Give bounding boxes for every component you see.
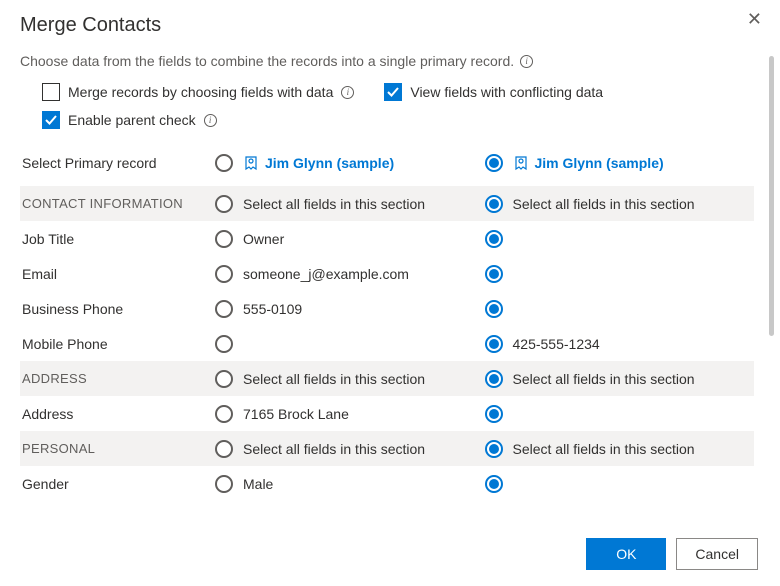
section-title: ADDRESS: [20, 371, 215, 386]
field-label: Job Title: [20, 231, 215, 247]
cancel-button[interactable]: Cancel: [676, 538, 758, 570]
radio-field-b[interactable]: [485, 475, 503, 493]
section-title: CONTACT INFORMATION: [20, 196, 215, 211]
enable-parent-check-label: Enable parent check: [68, 112, 196, 128]
field-value-a: Owner: [243, 231, 284, 247]
info-icon[interactable]: i: [520, 55, 533, 68]
enable-parent-check-option[interactable]: Enable parent check i: [42, 111, 217, 129]
select-all-label: Select all fields in this section: [513, 371, 695, 387]
view-conflicting-option[interactable]: View fields with conflicting data: [384, 83, 603, 101]
checkbox-view-conflicting[interactable]: [384, 83, 402, 101]
options-group: Merge records by choosing fields with da…: [42, 83, 760, 129]
contact-icon: [513, 155, 529, 171]
field-label: Business Phone: [20, 301, 215, 317]
primary-record-label: Select Primary record: [20, 155, 215, 171]
radio-field-a[interactable]: [215, 265, 233, 283]
contact-icon: [243, 155, 259, 171]
field-value-b: 425-555-1234: [513, 336, 600, 352]
section-title: PERSONAL: [20, 441, 215, 456]
table-row: Gender Male: [20, 466, 754, 494]
scrollbar[interactable]: [769, 56, 774, 336]
field-value-a: someone_j@example.com: [243, 266, 409, 282]
checkbox-merge-by-fields[interactable]: [42, 83, 60, 101]
radio-select-all-b[interactable]: [485, 370, 503, 388]
field-value-a: 7165 Brock Lane: [243, 406, 349, 422]
radio-select-all-a[interactable]: [215, 440, 233, 458]
radio-field-b[interactable]: [485, 300, 503, 318]
radio-field-a[interactable]: [215, 405, 233, 423]
radio-field-b[interactable]: [485, 265, 503, 283]
table-row: Business Phone 555-0109: [20, 291, 754, 326]
merge-by-fields-label: Merge records by choosing fields with da…: [68, 84, 333, 100]
radio-select-all-a[interactable]: [215, 195, 233, 213]
dialog-footer: OK Cancel: [586, 538, 758, 570]
radio-field-b[interactable]: [485, 405, 503, 423]
select-all-label: Select all fields in this section: [513, 196, 695, 212]
subtitle-text: Choose data from the fields to combine t…: [20, 53, 514, 69]
select-all-label: Select all fields in this section: [243, 196, 425, 212]
section-header-contact-information: CONTACT INFORMATION Select all fields in…: [20, 186, 754, 221]
section-header-address: ADDRESS Select all fields in this sectio…: [20, 361, 754, 396]
table-row: Email someone_j@example.com: [20, 256, 754, 291]
select-all-label: Select all fields in this section: [243, 371, 425, 387]
select-all-label: Select all fields in this section: [513, 441, 695, 457]
field-value-a: Male: [243, 476, 273, 492]
table-row: Address 7165 Brock Lane: [20, 396, 754, 431]
field-label: Email: [20, 266, 215, 282]
radio-select-all-b[interactable]: [485, 195, 503, 213]
view-conflicting-label: View fields with conflicting data: [410, 84, 603, 100]
table-row: Mobile Phone 425-555-1234: [20, 326, 754, 361]
primary-record-row: Select Primary record Jim Glynn (sample)…: [20, 139, 754, 186]
radio-field-a[interactable]: [215, 230, 233, 248]
info-icon[interactable]: i: [204, 114, 217, 127]
close-icon[interactable]: ✕: [747, 10, 762, 28]
dialog-subtitle: Choose data from the fields to combine t…: [20, 53, 760, 69]
ok-button[interactable]: OK: [586, 538, 666, 570]
select-all-label: Select all fields in this section: [243, 441, 425, 457]
field-label: Mobile Phone: [20, 336, 215, 352]
radio-field-a[interactable]: [215, 300, 233, 318]
radio-record-b[interactable]: [485, 154, 503, 172]
dialog-title: Merge Contacts: [20, 14, 760, 37]
info-icon[interactable]: i: [341, 86, 354, 99]
section-header-personal: PERSONAL Select all fields in this secti…: [20, 431, 754, 466]
radio-record-a[interactable]: [215, 154, 233, 172]
fields-table: Select Primary record Jim Glynn (sample)…: [20, 139, 754, 494]
radio-select-all-a[interactable]: [215, 370, 233, 388]
checkbox-enable-parent-check[interactable]: [42, 111, 60, 129]
record-b-name[interactable]: Jim Glynn (sample): [513, 155, 664, 171]
radio-field-a[interactable]: [215, 335, 233, 353]
radio-field-a[interactable]: [215, 475, 233, 493]
field-label: Gender: [20, 476, 215, 492]
merge-contacts-dialog: ✕ Merge Contacts Choose data from the fi…: [0, 0, 780, 494]
radio-field-b[interactable]: [485, 230, 503, 248]
fields-scroll-area[interactable]: Select Primary record Jim Glynn (sample)…: [20, 139, 760, 494]
radio-field-b[interactable]: [485, 335, 503, 353]
field-label: Address: [20, 406, 215, 422]
merge-by-fields-option[interactable]: Merge records by choosing fields with da…: [42, 83, 354, 101]
table-row: Job Title Owner: [20, 221, 754, 256]
record-a-name[interactable]: Jim Glynn (sample): [243, 155, 394, 171]
radio-select-all-b[interactable]: [485, 440, 503, 458]
field-value-a: 555-0109: [243, 301, 302, 317]
